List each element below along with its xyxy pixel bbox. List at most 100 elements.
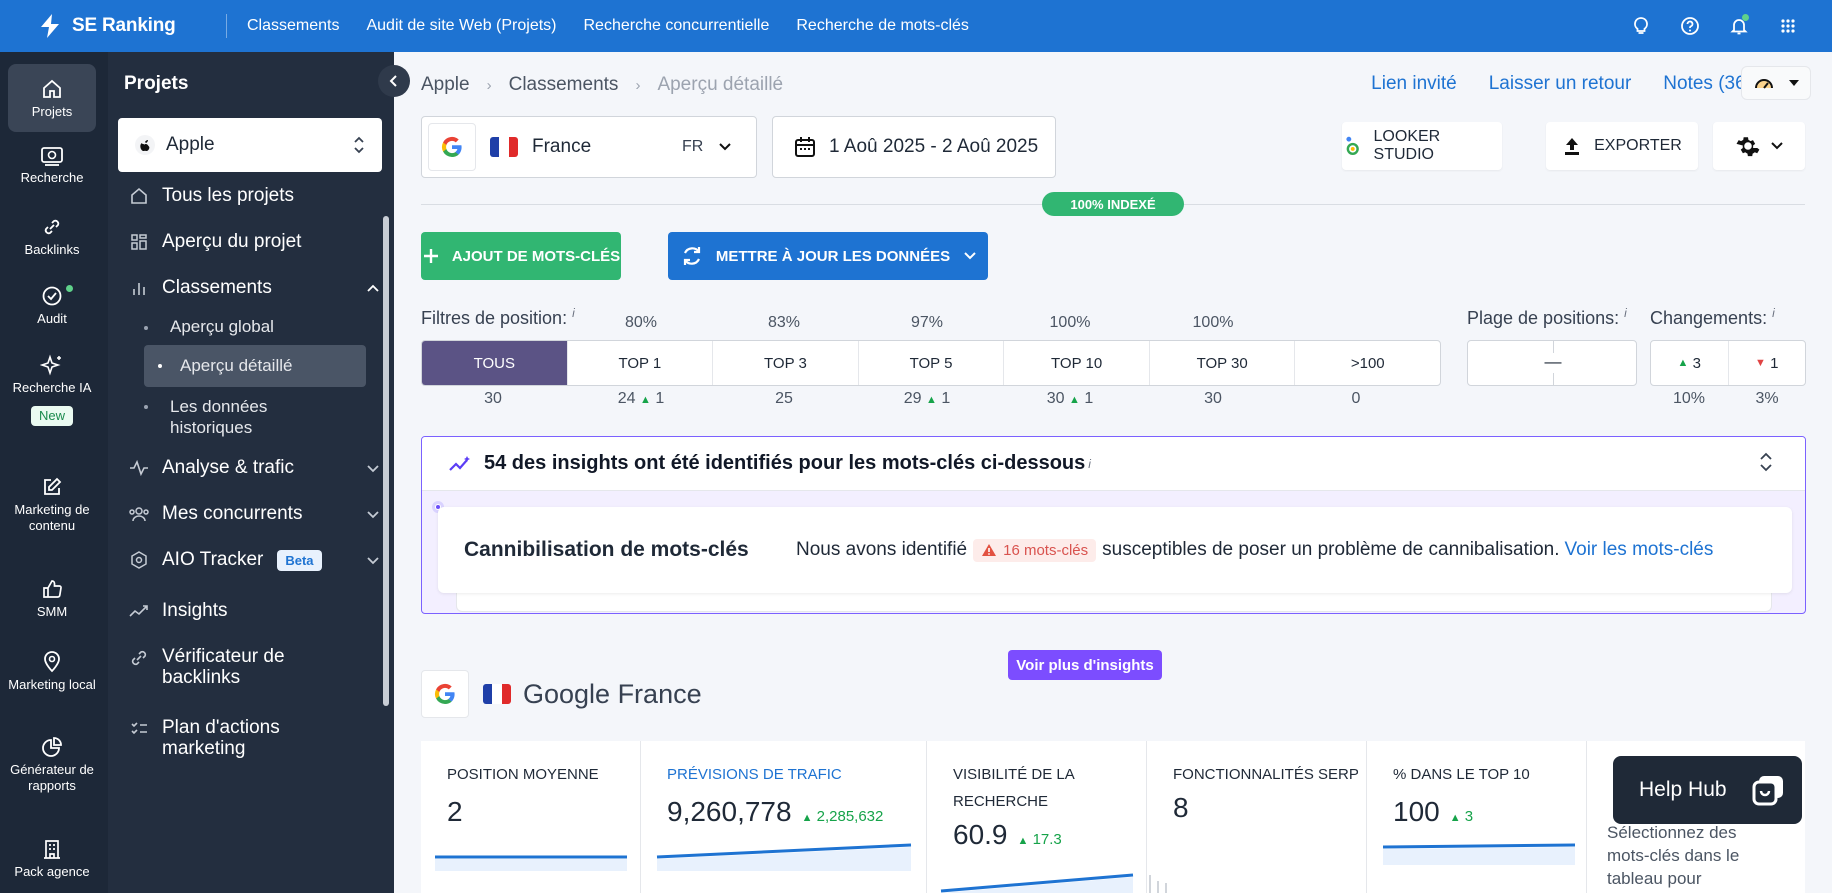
leftbar-projets[interactable]: Projets [8,64,96,132]
nav-classements[interactable]: Classements [247,17,339,35]
leftbar-marketing-contenu[interactable]: Marketing de contenu [8,476,96,534]
logo[interactable]: SE Ranking [0,13,226,39]
metric-card-top10[interactable]: % DANS LE TOP 10 100 ▲ 3 [1367,741,1587,893]
sidebar-item-verificateur-backlinks[interactable]: Vérificateur de backlinks [128,646,368,688]
sidebar-item-label: AIO Tracker [162,549,264,570]
top-bar: SE Ranking Classements Audit de site Web… [0,0,1832,52]
sidebar-item-analyse-trafic[interactable]: Analyse & trafic [128,457,379,479]
speedometer-button[interactable] [1741,66,1811,100]
project-selector[interactable]: Apple [118,118,382,172]
date-range-picker[interactable]: 1 Aoû 2025 - 2 Aoû 2025 [772,116,1056,178]
leftbar-audit[interactable]: Audit [8,285,96,327]
chevron-left-icon [389,75,397,87]
changes-down-button[interactable]: ▼ 1 [1729,341,1806,385]
sidebar-sub-apercu-global[interactable]: Aperçu global [144,317,366,343]
notes-link[interactable]: Notes (36) [1663,73,1752,95]
looker-label: LOOKER STUDIO [1373,128,1441,163]
tab-top3[interactable]: TOP 3 [713,341,859,385]
lightbulb-icon[interactable] [1616,16,1665,36]
tab-top10[interactable]: TOP 10 [1004,341,1150,385]
date-range-text: 1 Aoû 2025 - 2 Aoû 2025 [829,136,1039,157]
nav-competitive-research[interactable]: Recherche concurrentielle [584,17,770,35]
breadcrumb-apple[interactable]: Apple [421,74,470,96]
keywords-warning-pill[interactable]: 16 mots-clés [973,538,1097,562]
sidebar-sub-label: Aperçu détaillé [180,356,293,375]
leftbar-recherche-ia[interactable]: Recherche IA New [8,354,96,426]
export-button[interactable]: EXPORTER [1546,122,1698,170]
chevron-down-icon [367,511,379,519]
country-name: France [532,136,592,157]
triangle-up-icon: ▲ [926,394,937,406]
metric-card-avg-position[interactable]: POSITION MOYENNE 2 [421,741,641,893]
metric-card-traffic-forecast[interactable]: PRÉVISIONS DE TRAFIC 9,260,778 ▲ 2,285,63… [641,741,927,893]
changes-down-pct: 3% [1755,390,1779,407]
checklist-icon [128,719,150,739]
notification-dot [1742,14,1749,21]
more-insights-button[interactable]: Voir plus d'insights [1008,650,1162,680]
leftbar-label: Marketing local [8,677,96,692]
leftbar-pack-agence[interactable]: Pack agence [8,838,96,880]
bell-icon[interactable] [1714,14,1763,36]
tab-top1[interactable]: TOP 1 [568,341,714,385]
leftbar-smm[interactable]: SMM [8,578,96,620]
sidebar-scrollbar[interactable] [383,216,389,706]
tab-top5[interactable]: TOP 5 [859,341,1005,385]
view-keywords-link[interactable]: Voir les mots-clés [1565,539,1714,561]
insights-header[interactable]: 54 des insights ont été identifiés pour … [422,437,1805,491]
search-engine-selector[interactable]: France FR [421,116,757,178]
leftbar-generateur-rapports[interactable]: Générateur de rapports [8,736,96,794]
metric-card-serp-features[interactable]: FONCTIONNALITÉS SERP 8 [1147,741,1367,893]
leftbar-backlinks[interactable]: Backlinks [8,216,96,258]
sidebar-sub-donnees-historiques[interactable]: Les données historiques [144,396,366,438]
apps-grid-icon[interactable] [1763,17,1812,35]
sidebar-item-insights[interactable]: Insights [128,600,368,622]
chevron-up-icon [367,284,379,292]
sidebar-item-plan-actions[interactable]: Plan d'actions marketing [128,717,368,759]
changes-up-pct: 10% [1672,390,1706,407]
sparkline [435,855,627,871]
metric-card-visibility[interactable]: VISIBILITÉ DE LA RECHERCHE 60.9 ▲ 17.3 [927,741,1147,893]
feedback-link[interactable]: Laisser un retour [1489,73,1632,95]
update-data-button[interactable]: METTRE À JOUR LES DONNÉES [668,232,988,280]
beta-badge: Beta [277,549,322,571]
add-keywords-button[interactable]: AJOUT DE MOTS-CLÉS [421,232,621,280]
info-icon: i [1772,306,1775,320]
plus-icon [423,249,438,263]
nav-audit[interactable]: Audit de site Web (Projets) [366,17,556,35]
sidebar-item-apercu-projet[interactable]: Aperçu du projet [128,231,368,253]
tab-over100[interactable]: >100 [1295,341,1440,385]
position-range-input[interactable]: — [1467,340,1637,386]
settings-button[interactable] [1713,122,1805,170]
sidebar-item-classements[interactable]: Classements [128,277,379,299]
collapse-sidebar-button[interactable] [378,65,410,97]
help-hub-button[interactable]: Help Hub [1613,756,1802,824]
leftbar-marketing-local[interactable]: Marketing local [8,649,96,693]
google-icon [421,670,469,718]
tab-top30[interactable]: TOP 30 [1150,341,1296,385]
sidebar-item-tous-projets[interactable]: Tous les projets [128,185,368,207]
tab-tous[interactable]: TOUS [422,341,568,385]
sparkle-trend-icon [449,455,470,471]
insights-stack [456,592,1772,612]
sidebar-item-concurrents[interactable]: Mes concurrents [128,503,379,525]
filter-count: 30 [484,390,502,407]
metric-cards: POSITION MOYENNE 2 PRÉVISIONS DE TRAFIC … [421,741,1805,893]
filter-pct: 80% [624,314,658,331]
leftbar-label: Recherche IA [12,380,92,395]
sidebar-item-aio-tracker[interactable]: AIO Tracker Beta [128,549,379,571]
sidebar-item-label: Tous les projets [162,185,295,206]
looker-studio-button[interactable]: LOOKER STUDIO [1342,122,1502,170]
app-name: SE Ranking [72,15,176,36]
triangle-up-icon: ▲ [1677,357,1689,369]
guest-link[interactable]: Lien invité [1371,73,1457,95]
changes-up-button[interactable]: ▲ 3 [1651,341,1729,385]
breadcrumb-classements[interactable]: Classements [509,74,619,96]
help-icon[interactable] [1665,16,1714,36]
nav-keyword-research[interactable]: Recherche de mots-clés [796,17,969,35]
country-code: FR [682,138,704,155]
aio-icon [128,550,150,570]
sidebar-sub-apercu-detaille[interactable]: Aperçu détaillé [144,345,366,387]
add-keywords-label: AJOUT DE MOTS-CLÉS [451,247,621,265]
leftbar-recherche[interactable]: Recherche [8,146,96,186]
expand-collapse-icon[interactable] [1759,450,1773,474]
